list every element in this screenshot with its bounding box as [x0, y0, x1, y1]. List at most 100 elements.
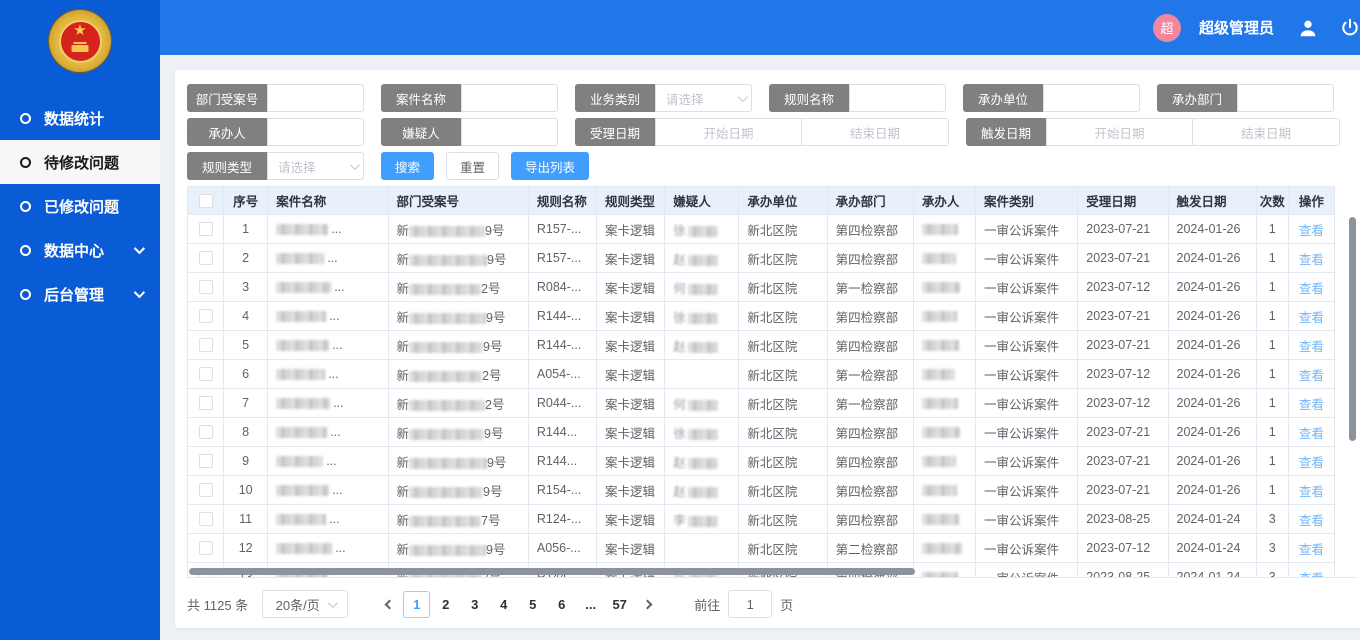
row-checkbox[interactable]: [199, 251, 213, 265]
column-header: 承办单位: [739, 187, 827, 215]
search-button[interactable]: 搜索: [381, 152, 434, 180]
date-start-input[interactable]: 开始日期: [655, 118, 802, 146]
page-button[interactable]: 6: [548, 591, 575, 618]
unit-cell: 新北区院: [739, 418, 827, 447]
view-link[interactable]: 查看: [1299, 427, 1324, 441]
action-cell: 查看: [1288, 505, 1334, 534]
column-header: 嫌疑人: [665, 187, 739, 215]
export-button[interactable]: 导出列表: [511, 152, 589, 180]
case-number-cell: 新9号: [388, 447, 528, 476]
suspect-cell: 李: [665, 505, 739, 534]
row-select-cell: [188, 476, 224, 505]
date-end-input[interactable]: 结束日期: [802, 118, 949, 146]
filter-input[interactable]: [267, 118, 364, 146]
redacted-suspect: [688, 313, 718, 324]
redacted-case-name: [276, 340, 329, 351]
department-cell: 第四检察部: [827, 215, 913, 244]
action-cell: 查看: [1288, 389, 1334, 418]
redacted-case-number: [409, 487, 483, 498]
prev-page-button[interactable]: [376, 590, 402, 618]
horizontal-scrollbar[interactable]: [189, 568, 915, 575]
avatar[interactable]: 超: [1153, 14, 1181, 42]
row-index-cell: 9: [224, 447, 268, 476]
rule-type-cell: 案卡逻辑: [597, 273, 665, 302]
filter-input[interactable]: [461, 118, 558, 146]
column-header: 触发日期: [1168, 187, 1256, 215]
vertical-scrollbar[interactable]: [1349, 217, 1356, 441]
suspect-cell: 赵: [665, 244, 739, 273]
select-all-checkbox[interactable]: [199, 194, 213, 208]
column-header: 案件类别: [976, 187, 1078, 215]
row-select-cell: [188, 389, 224, 418]
row-checkbox[interactable]: [199, 280, 213, 294]
redacted-case-name: [276, 224, 328, 235]
filter-input[interactable]: [267, 84, 364, 112]
category-cell: 一审公诉案件: [976, 302, 1078, 331]
count-cell: 3: [1256, 505, 1288, 534]
redacted-suspect: [688, 429, 718, 440]
view-link[interactable]: 查看: [1299, 369, 1324, 383]
view-link[interactable]: 查看: [1299, 485, 1324, 499]
sidebar-item-5[interactable]: 后台管理: [0, 272, 160, 316]
case-number-suffix: 9号: [487, 253, 506, 267]
case-number-prefix: 新: [397, 427, 410, 441]
case-name-cell: ...: [268, 447, 388, 476]
sidebar-item-2[interactable]: 待修改问题: [0, 140, 160, 184]
filter-select[interactable]: 请选择: [655, 84, 752, 112]
filter-input[interactable]: [1043, 84, 1140, 112]
filter-group: 承办部门: [1157, 84, 1334, 112]
department-cell: 第四检察部: [827, 505, 913, 534]
user-icon[interactable]: [1296, 16, 1320, 40]
accept-date-cell: 2023-07-12: [1078, 534, 1168, 563]
row-checkbox[interactable]: [199, 541, 213, 555]
filter-select[interactable]: 请选择: [267, 152, 364, 180]
page-button[interactable]: 57: [606, 591, 633, 618]
view-link[interactable]: 查看: [1299, 398, 1324, 412]
row-checkbox[interactable]: [199, 512, 213, 526]
filter-input[interactable]: [1237, 84, 1334, 112]
row-checkbox[interactable]: [199, 222, 213, 236]
row-checkbox[interactable]: [199, 367, 213, 381]
suspect-prefix: 赵: [673, 253, 686, 267]
row-checkbox[interactable]: [199, 396, 213, 410]
filter-input[interactable]: [461, 84, 558, 112]
filter-input[interactable]: [849, 84, 946, 112]
rule-name-cell: R084-...: [528, 273, 596, 302]
view-link[interactable]: 查看: [1299, 224, 1324, 238]
ellipsis-text: ...: [332, 338, 342, 352]
sidebar-item-1[interactable]: 数据统计: [0, 96, 160, 140]
row-checkbox[interactable]: [199, 309, 213, 323]
page-button[interactable]: 1: [403, 591, 430, 618]
page-button[interactable]: 5: [519, 591, 546, 618]
date-end-input[interactable]: 结束日期: [1193, 118, 1340, 146]
column-header: 承办部门: [827, 187, 913, 215]
page-size-select[interactable]: 20条/页: [262, 590, 348, 618]
view-link[interactable]: 查看: [1299, 282, 1324, 296]
power-icon[interactable]: [1338, 16, 1360, 40]
page-button[interactable]: 4: [490, 591, 517, 618]
case-name-cell: ...: [268, 273, 388, 302]
sidebar-item-4[interactable]: 数据中心: [0, 228, 160, 272]
next-page-button[interactable]: [634, 590, 660, 618]
view-link[interactable]: 查看: [1299, 456, 1324, 470]
row-checkbox[interactable]: [199, 338, 213, 352]
row-checkbox[interactable]: [199, 425, 213, 439]
view-link[interactable]: 查看: [1299, 311, 1324, 325]
page-button[interactable]: 2: [432, 591, 459, 618]
date-start-input[interactable]: 开始日期: [1046, 118, 1193, 146]
goto-page-input[interactable]: [728, 590, 772, 618]
category-cell: 一审公诉案件: [976, 389, 1078, 418]
view-link[interactable]: 查看: [1299, 253, 1324, 267]
view-link[interactable]: 查看: [1299, 340, 1324, 354]
sidebar-item-3[interactable]: 已修改问题: [0, 184, 160, 228]
view-link[interactable]: 查看: [1299, 543, 1324, 557]
case-name-cell: ...: [268, 331, 388, 360]
reset-button[interactable]: 重置: [446, 152, 499, 180]
row-checkbox[interactable]: [199, 483, 213, 497]
view-link[interactable]: 查看: [1299, 572, 1324, 579]
column-header: 规则类型: [597, 187, 665, 215]
page-button[interactable]: 3: [461, 591, 488, 618]
view-link[interactable]: 查看: [1299, 514, 1324, 528]
emblem-red-core: ★: [59, 20, 102, 63]
row-checkbox[interactable]: [199, 454, 213, 468]
